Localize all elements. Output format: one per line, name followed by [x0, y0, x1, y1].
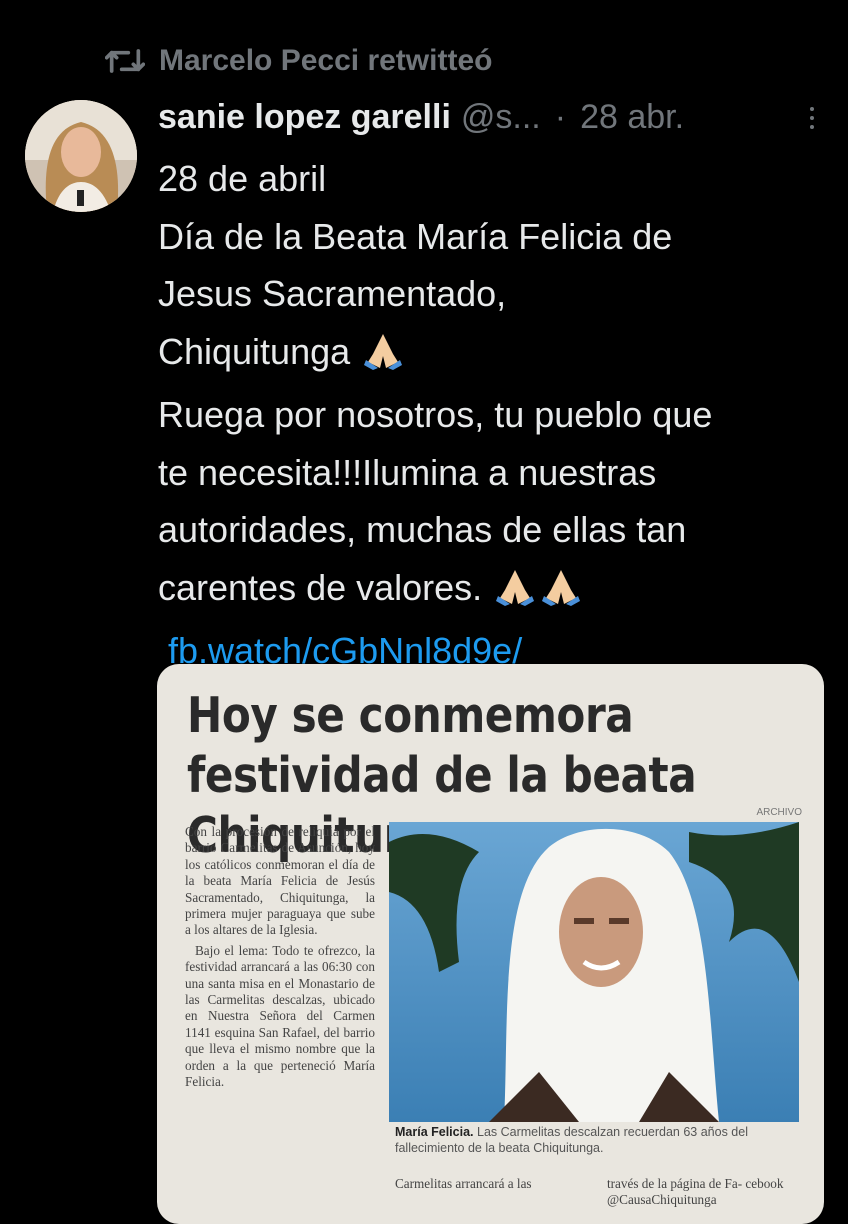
tweet-line: Chiquitunga [158, 323, 838, 387]
tweet-text: 28 de abril Día de la Beata María Felici… [158, 150, 838, 680]
article-paragraph: Bajo el lema: Todo te ofrezco, la festiv… [185, 942, 375, 1090]
author-name[interactable]: sanie lopez garelli [158, 98, 451, 137]
author-handle[interactable]: @s... [461, 98, 541, 137]
praying-hands-icon [538, 565, 584, 623]
article-continuation-right: través de la página de Fa- cebook @Causa… [607, 1176, 784, 1207]
tweet-line: carentes de valores. [158, 559, 838, 623]
tweet-header: sanie lopez garelli @s... · 28 abr. [158, 98, 828, 137]
retweet-context: Marcelo Pecci retwitteó [105, 44, 492, 78]
tweet-line-text: carentes de valores. [158, 566, 483, 608]
tweet-line: te necesita!!!Ilumina a nuestras [158, 451, 657, 493]
article-paragraph: Con la procesión de reliquia por el barr… [185, 824, 375, 938]
retweet-label: Marcelo Pecci retwitteó [159, 44, 493, 77]
praying-hands-icon [360, 329, 406, 387]
tweet-line-text: Chiquitunga [158, 330, 351, 372]
caption-bold: María Felicia. [395, 1125, 474, 1139]
newspaper-clipping-image[interactable]: Hoy se conmemora festividad de la beata … [157, 664, 824, 1224]
tweet-line: 28 de abril [158, 158, 327, 199]
more-options-icon[interactable] [810, 106, 828, 129]
photo-caption: María Felicia. Las Carmelitas descalzan … [395, 1124, 805, 1156]
article-continuation-left: Carmelitas arrancará a las [395, 1176, 532, 1191]
retweet-icon [105, 49, 145, 73]
tweet-line: Jesus Sacramentado, [158, 273, 507, 314]
tweet-line: Día de la Beata María Felicia de [158, 215, 673, 257]
tweet-date[interactable]: 28 abr. [580, 98, 684, 137]
tweet-line: Ruega por nosotros, tu pueblo que [158, 394, 713, 435]
tweet-line: autoridades, muchas de ellas tan [158, 509, 687, 550]
nun-portrait-photo [389, 822, 799, 1122]
avatar[interactable] [25, 100, 137, 212]
photo-credit: ARCHIVO [756, 807, 802, 818]
praying-hands-icon [492, 565, 538, 623]
clipping-article: Con la procesión de reliquia por el barr… [185, 824, 375, 1095]
separator-dot: · [554, 98, 567, 136]
